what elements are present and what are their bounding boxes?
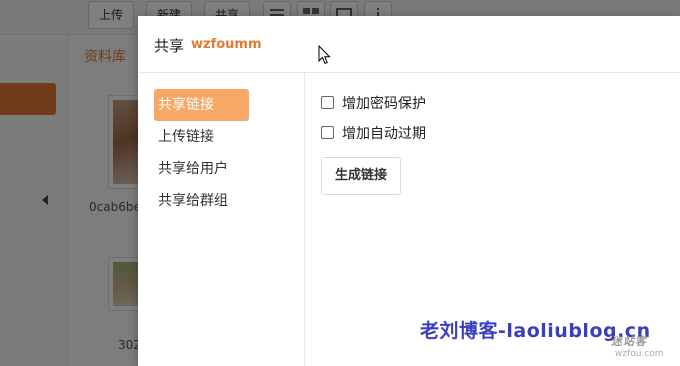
password-option[interactable]: 增加密码保护 xyxy=(321,95,426,113)
share-nav: 共享链接 上传链接 共享给用户 共享给群组 xyxy=(138,73,305,366)
expiry-option[interactable]: 增加自动过期 xyxy=(321,125,426,143)
mouse-cursor-icon xyxy=(318,45,331,65)
share-dialog: 共享 wzfoumm 共享链接 上传链接 共享给用户 共享给群组 增加密码保护 … xyxy=(138,16,680,366)
nav-upload-link[interactable]: 上传链接 xyxy=(154,121,249,153)
password-option-label: 增加密码保护 xyxy=(342,96,426,112)
dialog-header: 共享 wzfoumm xyxy=(138,16,680,73)
nav-share-link[interactable]: 共享链接 xyxy=(154,89,249,121)
expiry-option-label: 增加自动过期 xyxy=(342,126,426,142)
password-checkbox[interactable] xyxy=(321,95,334,109)
watermark-logo: 迷站客 xyxy=(610,335,650,348)
nav-share-to-user[interactable]: 共享给用户 xyxy=(154,153,249,185)
dialog-username: wzfoumm xyxy=(191,37,262,52)
expiry-checkbox[interactable] xyxy=(321,125,334,139)
watermark-url: wzfou.com xyxy=(615,349,664,359)
nav-share-to-group[interactable]: 共享给群组 xyxy=(154,185,249,217)
generate-link-button[interactable]: 生成链接 xyxy=(321,157,401,195)
dialog-title: 共享 xyxy=(154,37,185,55)
